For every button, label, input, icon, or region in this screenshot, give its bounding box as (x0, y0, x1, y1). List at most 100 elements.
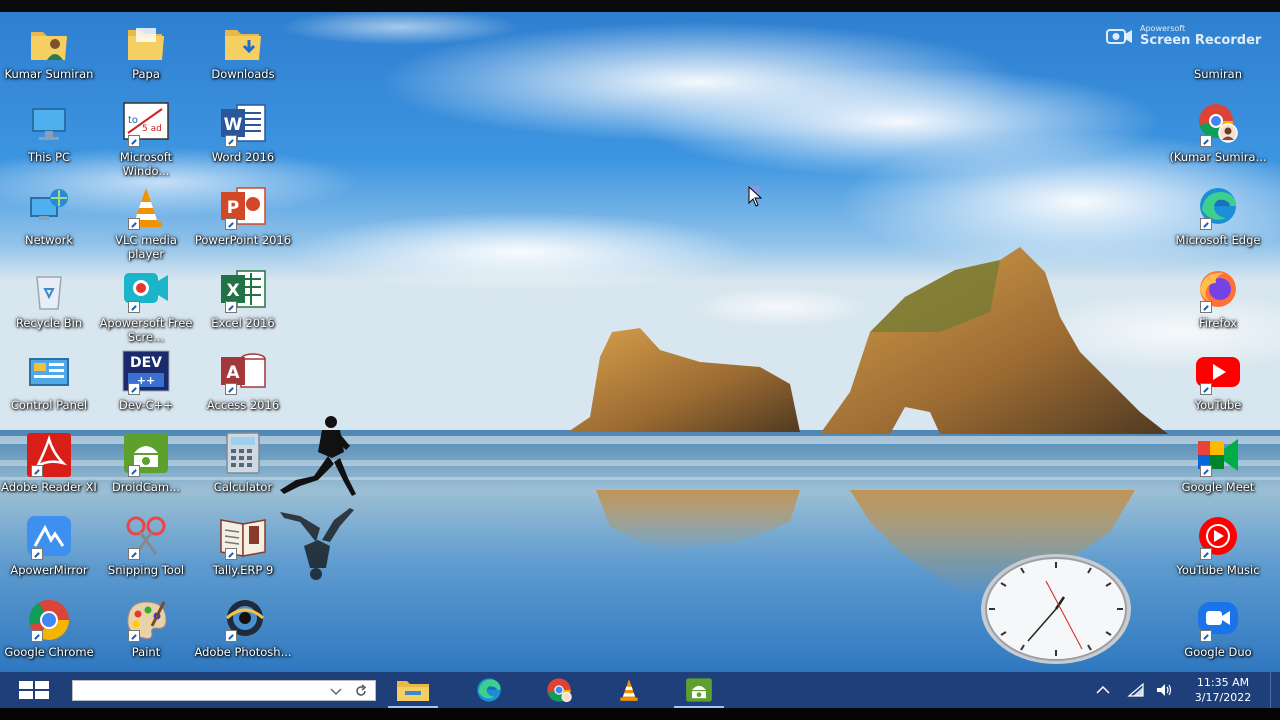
icon-label: Calculator (213, 480, 273, 494)
icon-label: Google Meet (1181, 480, 1255, 494)
taskbar-edge[interactable] (460, 672, 518, 708)
icon-label: (Kumar Sumira... (1169, 150, 1267, 164)
chevron-up-icon[interactable] (1094, 682, 1112, 698)
chrome-icon (547, 678, 572, 703)
desktop-icon-downloads[interactable]: Downloads (194, 18, 292, 81)
start-button[interactable] (12, 672, 56, 708)
desktop-icon-recycle-bin[interactable]: Recycle Bin (0, 267, 98, 330)
chevron-down-icon[interactable] (328, 683, 344, 699)
shortcut-arrow-icon (1200, 383, 1212, 395)
desktop-icon-snipping-tool[interactable]: Snipping Tool (97, 514, 195, 577)
icon-label: Adobe Reader XI (1, 480, 97, 494)
desktop-icon-tally-erp9[interactable]: Tally.ERP 9 (194, 514, 292, 577)
taskbar-droidcam[interactable] (670, 672, 728, 708)
desktop-icon-adobe-photoshop[interactable]: Adobe Photosh... (194, 596, 292, 659)
shortcut-arrow-icon (128, 630, 140, 642)
svg-text:to: to (128, 115, 138, 126)
desktop-icon-papa[interactable]: Papa (97, 18, 195, 81)
icon-label: Microsoft Edge (1175, 233, 1261, 247)
shortcut-arrow-icon (31, 548, 43, 560)
icon-label: Network (24, 233, 74, 247)
desktop-icon-adobe-reader[interactable]: Adobe Reader XI (0, 431, 98, 494)
excel-letter: X (226, 281, 239, 301)
desktop-icon-chrome-profile[interactable]: (Kumar Sumira... (1169, 101, 1267, 164)
droidcam-icon (686, 678, 712, 702)
icon-label: Kumar Sumiran (4, 67, 94, 81)
desktop-icon-microsoft-windows[interactable]: to 5 ad Microsoft Windo... (97, 101, 195, 178)
taskbar: 11:35 AM 3/17/2022 (0, 672, 1280, 708)
shortcut-arrow-icon (128, 548, 140, 560)
desktop-icon-apowermirror[interactable]: ApowerMirror (0, 514, 98, 577)
mouse-cursor-icon (748, 186, 763, 207)
desktop-icon-microsoft-edge[interactable]: Microsoft Edge (1169, 184, 1267, 247)
desktop-icon-google-duo[interactable]: Google Duo (1169, 596, 1267, 659)
desktop-icon-calculator[interactable]: Calculator (194, 431, 292, 494)
dev-text: DEV (130, 355, 162, 371)
icon-label: Sumiran (1193, 67, 1243, 81)
icon-label: Recycle Bin (15, 316, 83, 330)
taskbar-date: 3/17/2022 (1194, 691, 1252, 704)
desktop-icon-word-2016[interactable]: W Word 2016 (194, 101, 292, 164)
taskbar-file-explorer[interactable] (384, 672, 442, 708)
taskbar-search-input[interactable] (73, 681, 323, 700)
icon-label: Papa (132, 67, 160, 81)
desktop-icon-paint[interactable]: Paint (97, 596, 195, 659)
taskbar-vlc[interactable] (600, 672, 658, 708)
network-icon (30, 189, 68, 220)
computer-icon (32, 108, 66, 140)
desktop-icon-dev-cpp[interactable]: DEV ++ Dev-C++ (97, 349, 195, 412)
user-folder-icon (31, 32, 67, 60)
icon-label: Downloads (211, 67, 275, 81)
icon-label: Tally.ERP 9 (212, 563, 274, 577)
desktop-icon-sumiran[interactable]: Sumiran (1169, 18, 1267, 81)
desktop-icon-firefox[interactable]: Firefox (1169, 267, 1267, 330)
desktop-icon-this-pc[interactable]: This PC (0, 101, 98, 164)
control-panel-icon (29, 358, 69, 386)
shortcut-arrow-icon (1200, 548, 1212, 560)
desktop-icon-vlc[interactable]: VLC media player (97, 184, 195, 261)
icon-label: ApowerMirror (10, 563, 88, 577)
icon-label: DroidCam... (111, 480, 181, 494)
desktop-icon-droidcam[interactable]: DroidCam... (97, 431, 195, 494)
shortcut-arrow-icon (128, 465, 140, 477)
taskbar-search-box[interactable] (72, 680, 376, 701)
desktop-icon-apowersoft-free-screen[interactable]: Apowersoft Free Scre... (97, 267, 195, 344)
wifi-icon[interactable] (1127, 682, 1145, 698)
icon-label: Control Panel (10, 398, 88, 412)
icon-label: Word 2016 (211, 150, 275, 164)
taskbar-time: 11:35 AM (1196, 676, 1250, 689)
recycle-bin-icon (36, 276, 62, 310)
shortcut-arrow-icon (128, 218, 140, 230)
show-desktop-button[interactable] (1270, 672, 1276, 708)
desktop-icon-google-chrome[interactable]: Google Chrome (0, 596, 98, 659)
letterbox-bottom (0, 708, 1280, 720)
refresh-icon[interactable] (353, 683, 369, 699)
desktop-icon-kumar-sumiran[interactable]: Kumar Sumiran (0, 18, 98, 81)
shortcut-arrow-icon (1200, 630, 1212, 642)
taskbar-chrome[interactable] (530, 672, 588, 708)
icon-label: Microsoft Windo... (119, 150, 173, 178)
desktop-icon-google-meet[interactable]: Google Meet (1169, 431, 1267, 494)
vlc-cone-icon (620, 679, 638, 701)
icon-label: YouTube (1194, 398, 1242, 412)
shortcut-arrow-icon (128, 383, 140, 395)
clock-gadget[interactable] (980, 553, 1132, 665)
shortcut-arrow-icon (31, 630, 43, 642)
desktop-icon-youtube-music[interactable]: YouTube Music (1169, 514, 1267, 577)
desktop-icon-network[interactable]: Network (0, 184, 98, 247)
desktop-icon-excel-2016[interactable]: X Excel 2016 (194, 267, 292, 330)
desktop-icon-control-panel[interactable]: Control Panel (0, 349, 98, 412)
speaker-icon[interactable] (1155, 682, 1173, 698)
shortcut-arrow-icon (225, 135, 237, 147)
letterbox-top (0, 0, 1280, 12)
desktop-icon-youtube[interactable]: YouTube (1169, 349, 1267, 412)
shortcut-arrow-icon (225, 383, 237, 395)
shortcut-arrow-icon (1200, 218, 1212, 230)
shortcut-arrow-icon (31, 465, 43, 477)
shortcut-arrow-icon (128, 301, 140, 313)
desktop-icon-access-2016[interactable]: A Access 2016 (194, 349, 292, 412)
taskbar-clock[interactable]: 11:35 AM 3/17/2022 (1186, 675, 1260, 705)
desktop-icon-powerpoint-2016[interactable]: P PowerPoint 2016 (194, 184, 292, 247)
shortcut-arrow-icon (1200, 465, 1212, 477)
icon-label: Access 2016 (206, 398, 280, 412)
